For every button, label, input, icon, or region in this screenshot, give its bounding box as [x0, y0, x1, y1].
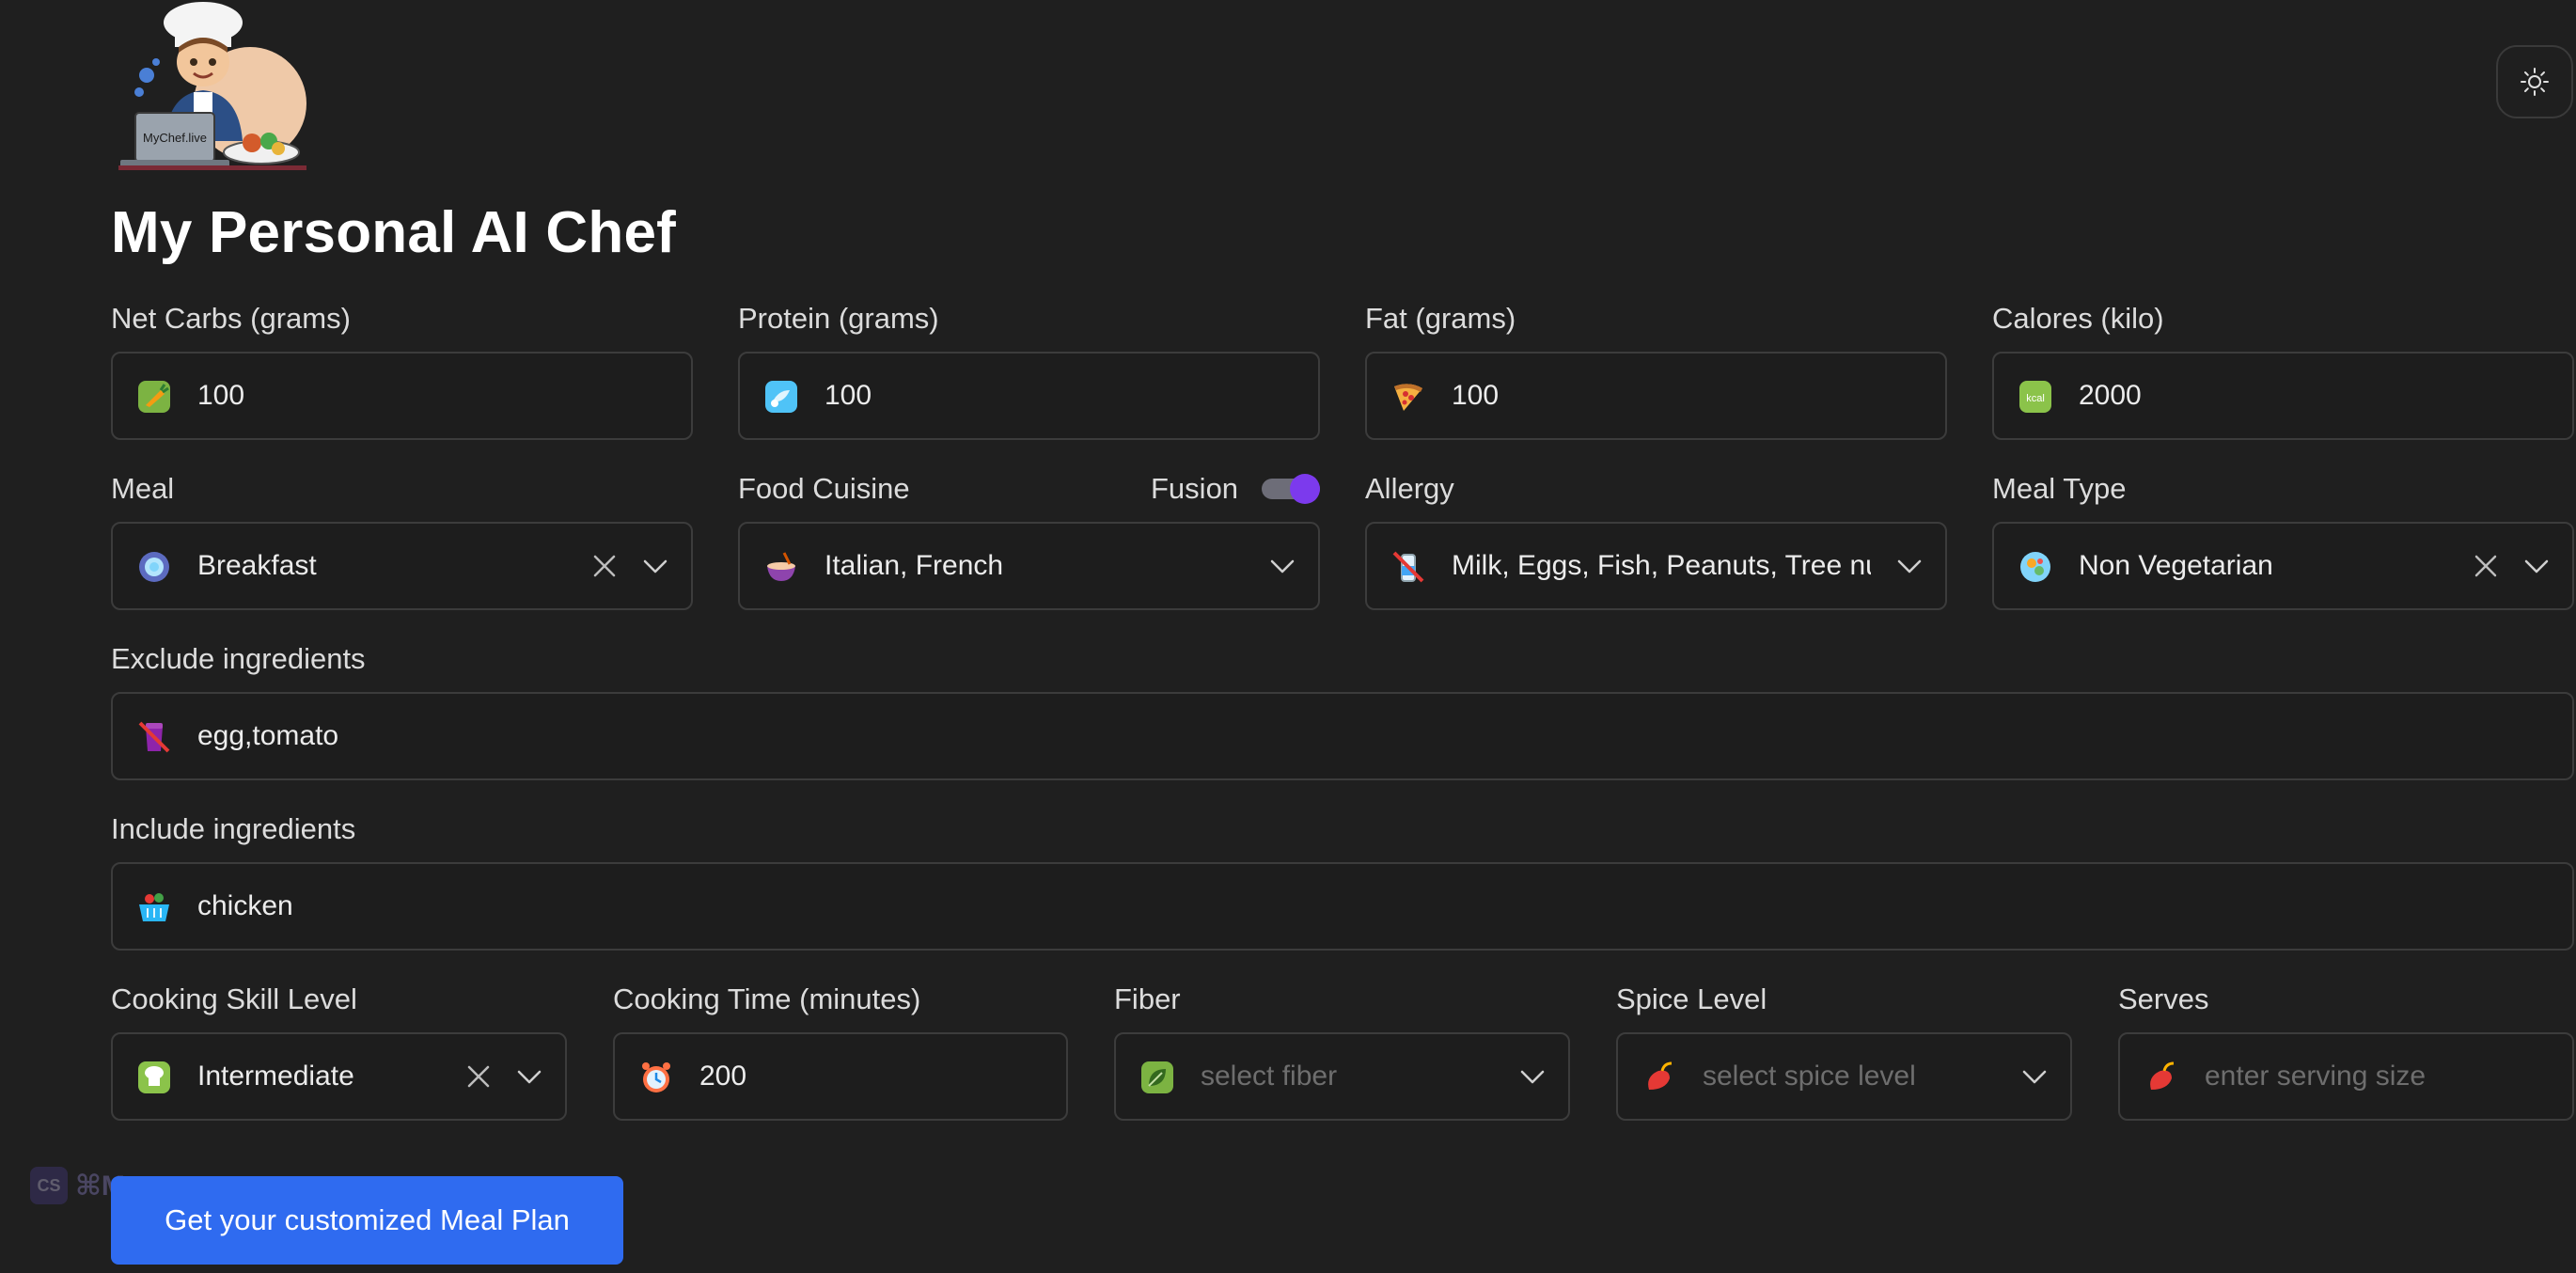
meal-select[interactable]: Breakfast: [111, 522, 693, 610]
serves-placeholder: enter serving size: [2205, 1061, 2427, 1092]
meal-type-value: Non Vegetarian: [2079, 550, 2273, 581]
alarm-clock-icon: [637, 1059, 675, 1096]
chevron-down-icon[interactable]: [2521, 550, 2552, 582]
chili-icon: [2143, 1059, 2180, 1096]
fusion-label: Fusion: [1151, 472, 1239, 505]
meal-type-label: Meal Type: [1992, 472, 2127, 505]
exclude-value: egg,tomato: [197, 720, 339, 751]
chili-icon: [1641, 1059, 1678, 1096]
calories-input[interactable]: kcal 2000: [1992, 352, 2574, 440]
clear-skill-icon[interactable]: [463, 1061, 495, 1092]
get-meal-plan-button[interactable]: Get your customized Meal Plan: [111, 1176, 623, 1265]
time-label: Cooking Time (minutes): [613, 982, 921, 1015]
chevron-down-icon[interactable]: [1266, 550, 1298, 582]
net-carbs-label: Net Carbs (grams): [111, 302, 351, 335]
cuisine-label: Food Cuisine: [738, 472, 910, 505]
cs-badge-box: CS: [30, 1167, 68, 1204]
fusion-toggle[interactable]: [1262, 474, 1320, 504]
allergy-label: Allergy: [1365, 472, 1454, 505]
meal-label: Meal: [111, 472, 175, 505]
include-label: Include ingredients: [111, 812, 356, 845]
spice-placeholder: select spice level: [1703, 1061, 1916, 1092]
chef-skill-icon: [135, 1059, 173, 1096]
no-milk-icon: [1390, 548, 1427, 586]
protein-label: Protein (grams): [738, 302, 939, 335]
protein-icon: [762, 378, 800, 416]
chevron-down-icon[interactable]: [2018, 1061, 2050, 1092]
allergy-select[interactable]: Milk, Eggs, Fish, Peanuts, Tree nu: [1365, 522, 1947, 610]
exclude-label: Exclude ingredients: [111, 642, 366, 675]
kcal-icon: kcal: [2017, 378, 2054, 416]
svg-text:kcal: kcal: [2026, 393, 2045, 404]
chevron-down-icon[interactable]: [639, 550, 671, 582]
chevron-down-icon[interactable]: [513, 1061, 545, 1092]
serves-input[interactable]: enter serving size: [2118, 1032, 2574, 1121]
clear-meal-type-icon[interactable]: [2470, 550, 2502, 582]
include-value: chicken: [197, 890, 293, 921]
calories-label: Calores (kilo): [1992, 302, 2164, 335]
net-carbs-value: 100: [197, 380, 245, 411]
allergy-value: Milk, Eggs, Fish, Peanuts, Tree nu: [1452, 550, 1871, 581]
carrot-icon: [135, 378, 173, 416]
meal-icon: [135, 548, 173, 586]
clear-meal-icon[interactable]: [589, 550, 620, 582]
fiber-label: Fiber: [1114, 982, 1181, 1015]
fat-input[interactable]: 100: [1365, 352, 1947, 440]
cuisine-value: Italian, French: [825, 550, 1004, 581]
bowl-icon: [762, 548, 800, 586]
pizza-icon: [1390, 378, 1427, 416]
cuisine-select[interactable]: Italian, French: [738, 522, 1320, 610]
spice-select[interactable]: select spice level: [1616, 1032, 2072, 1121]
mychef-logo: MyChef.live: [111, 0, 314, 171]
meal-value: Breakfast: [197, 550, 317, 581]
theme-toggle-button[interactable]: [2496, 45, 2573, 118]
fusion-toggle-knob: [1290, 474, 1320, 504]
fiber-select[interactable]: select fiber: [1114, 1032, 1570, 1121]
chevron-down-icon[interactable]: [1516, 1061, 1548, 1092]
page-title: My Personal AI Chef: [111, 200, 676, 265]
exclude-input[interactable]: egg,tomato: [111, 692, 2574, 780]
skill-label: Cooking Skill Level: [111, 982, 357, 1015]
skill-select[interactable]: Intermediate: [111, 1032, 567, 1121]
protein-value: 100: [825, 380, 872, 411]
sun-icon: [2521, 68, 2549, 96]
fat-label: Fat (grams): [1365, 302, 1516, 335]
protein-input[interactable]: 100: [738, 352, 1320, 440]
basket-icon: [135, 888, 173, 926]
calories-value: 2000: [2079, 380, 2142, 411]
leaf-icon: [1139, 1059, 1176, 1096]
exclude-icon: [135, 718, 173, 756]
net-carbs-input[interactable]: 100: [111, 352, 693, 440]
chevron-down-icon[interactable]: [1893, 550, 1925, 582]
logo-laptop-text: MyChef.live: [143, 131, 207, 145]
spice-label: Spice Level: [1616, 982, 1767, 1015]
fiber-placeholder: select fiber: [1201, 1061, 1338, 1092]
skill-value: Intermediate: [197, 1061, 354, 1092]
fat-value: 100: [1452, 380, 1500, 411]
meal-type-select[interactable]: Non Vegetarian: [1992, 522, 2574, 610]
include-input[interactable]: chicken: [111, 862, 2574, 951]
meal-type-icon: [2017, 548, 2054, 586]
serves-label: Serves: [2118, 982, 2209, 1015]
time-value: 200: [699, 1061, 747, 1092]
time-input[interactable]: 200: [613, 1032, 1068, 1121]
